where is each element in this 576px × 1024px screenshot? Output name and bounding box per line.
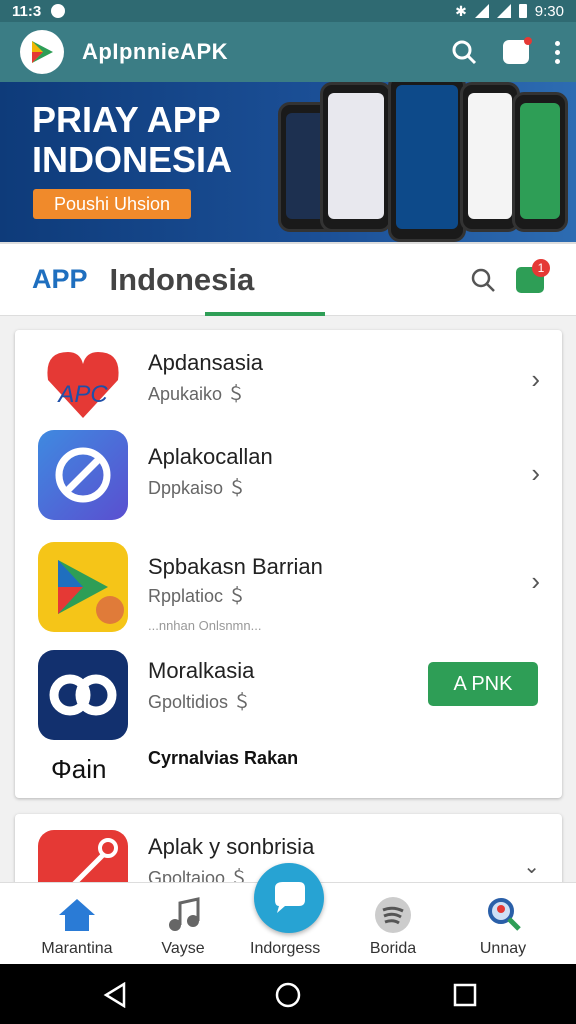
vibrate-icon: ✱: [455, 2, 467, 19]
back-icon[interactable]: [102, 982, 128, 1008]
tab-bar: APP Indonesia 1: [0, 242, 576, 316]
status-time: 11:3: [12, 2, 42, 20]
banner-cta-button[interactable]: Poushi Uhsion: [33, 189, 191, 219]
phone-image: [388, 82, 466, 242]
list-item[interactable]: APC Apdansasia Apukaiko ＄ ›: [15, 330, 562, 430]
banner-title-line1: PRIAY APP: [32, 99, 221, 140]
bottom-nav: Marantina Vayse Indorgess Borida Unnay: [0, 863, 576, 965]
nav-label: Borida: [369, 940, 417, 957]
nav-item-home[interactable]: Marantina: [22, 883, 132, 965]
recents-icon[interactable]: [452, 982, 478, 1008]
app-icon-caption: Φain: [51, 754, 107, 784]
banner-title-line2: INDONESIA: [32, 139, 233, 180]
app-subtitle: Rpplatioc ＄: [148, 586, 247, 606]
list-item[interactable]: Spbakasn Barrian Rpplatioc ＄ › ...nnhan …: [15, 538, 562, 642]
search-icon[interactable]: [470, 267, 496, 293]
app-icon: APC: [38, 340, 128, 430]
app-name: Moralkasia: [148, 658, 255, 683]
nav-item-spotify[interactable]: Borida: [338, 883, 448, 965]
app-subtitle: Apukaiko ＄: [148, 384, 246, 404]
notification-count: 1: [532, 258, 550, 277]
nav-item-chat[interactable]: [254, 863, 324, 933]
app-subtitle: Gpoltidios ＄: [148, 692, 252, 712]
status-icons: ✱ 9:30: [455, 3, 564, 20]
tab-actions: 1: [470, 258, 550, 293]
nav-label: Indorgess: [250, 940, 321, 957]
nav-label: Unnay: [479, 940, 527, 957]
tab-indonesia[interactable]: Indonesia: [110, 262, 255, 298]
search-person-icon: [488, 898, 521, 931]
app-icon: [38, 430, 128, 520]
phone-image: [320, 82, 392, 232]
system-nav-bar: [0, 964, 576, 1024]
status-bar: 11:3 ✱ 9:30: [0, 0, 576, 22]
svg-text:APC: APC: [56, 381, 108, 408]
music-icon: [169, 897, 200, 931]
app-name: Spbakasn Barrian: [148, 554, 323, 579]
tab-indicator: [205, 312, 325, 316]
app-actions: [451, 37, 560, 65]
app-extra-text: ...nnhan Onlsnmn...: [148, 618, 262, 633]
notification-badge-icon[interactable]: 1: [516, 258, 550, 293]
phone-image: [512, 92, 568, 232]
more-options-icon[interactable]: [555, 40, 560, 64]
list-item[interactable]: Moralkasia Gpoltidios ＄ A PNK Φain Cyrna…: [15, 642, 562, 798]
app-footer-text: Cyrnalvias Rakan: [148, 748, 299, 768]
chevron-down-icon[interactable]: ⌄: [523, 854, 540, 879]
install-button[interactable]: A PNK: [428, 662, 538, 706]
app-icon: [38, 542, 128, 632]
nav-item-profile[interactable]: Unnay: [448, 883, 558, 965]
app-title: ApIpnnieAPK: [82, 39, 229, 64]
app-list-card: APC Apdansasia Apukaiko ＄ › Aplakocallan…: [15, 330, 562, 798]
app-name: Apdansasia: [148, 350, 263, 375]
app-name: Aplak y sonbrisia: [148, 834, 315, 859]
promo-banner[interactable]: PRIAY APP INDONESIA Poushi Uhsion: [0, 82, 576, 242]
chevron-right-icon[interactable]: ›: [531, 566, 540, 597]
home-button-icon[interactable]: [275, 982, 301, 1008]
app-logo-icon[interactable]: [20, 30, 64, 74]
notification-dot-icon: [51, 4, 66, 18]
search-icon[interactable]: [451, 39, 477, 65]
status-clock: 9:30: [534, 2, 564, 20]
notification-badge: [524, 37, 532, 45]
app-subtitle: Dppkaiso ＄: [148, 478, 247, 498]
app-bar: ApIpnnieAPK: [0, 22, 576, 82]
nav-label: Marantina: [41, 940, 113, 957]
wifi-icon: [474, 4, 489, 18]
tab-app[interactable]: APP: [32, 264, 88, 295]
app-name: Aplakocallan: [148, 444, 273, 469]
chevron-right-icon[interactable]: ›: [531, 458, 540, 489]
battery-icon: [518, 4, 527, 18]
home-icon: [59, 899, 95, 931]
notification-button[interactable]: [503, 37, 532, 64]
nav-item-music[interactable]: Vayse: [128, 883, 238, 965]
banner-title: PRIAY APP INDONESIA: [32, 100, 282, 180]
list-item[interactable]: Aplakocallan Dppkaiso ＄ ›: [15, 428, 562, 528]
chat-icon: [275, 882, 305, 913]
signal-icon: [496, 4, 511, 18]
phone-image: [460, 82, 520, 232]
spotify-icon: [375, 897, 411, 933]
nav-label: Vayse: [161, 940, 205, 957]
app-icon: [38, 650, 128, 740]
chevron-right-icon[interactable]: ›: [531, 364, 540, 395]
